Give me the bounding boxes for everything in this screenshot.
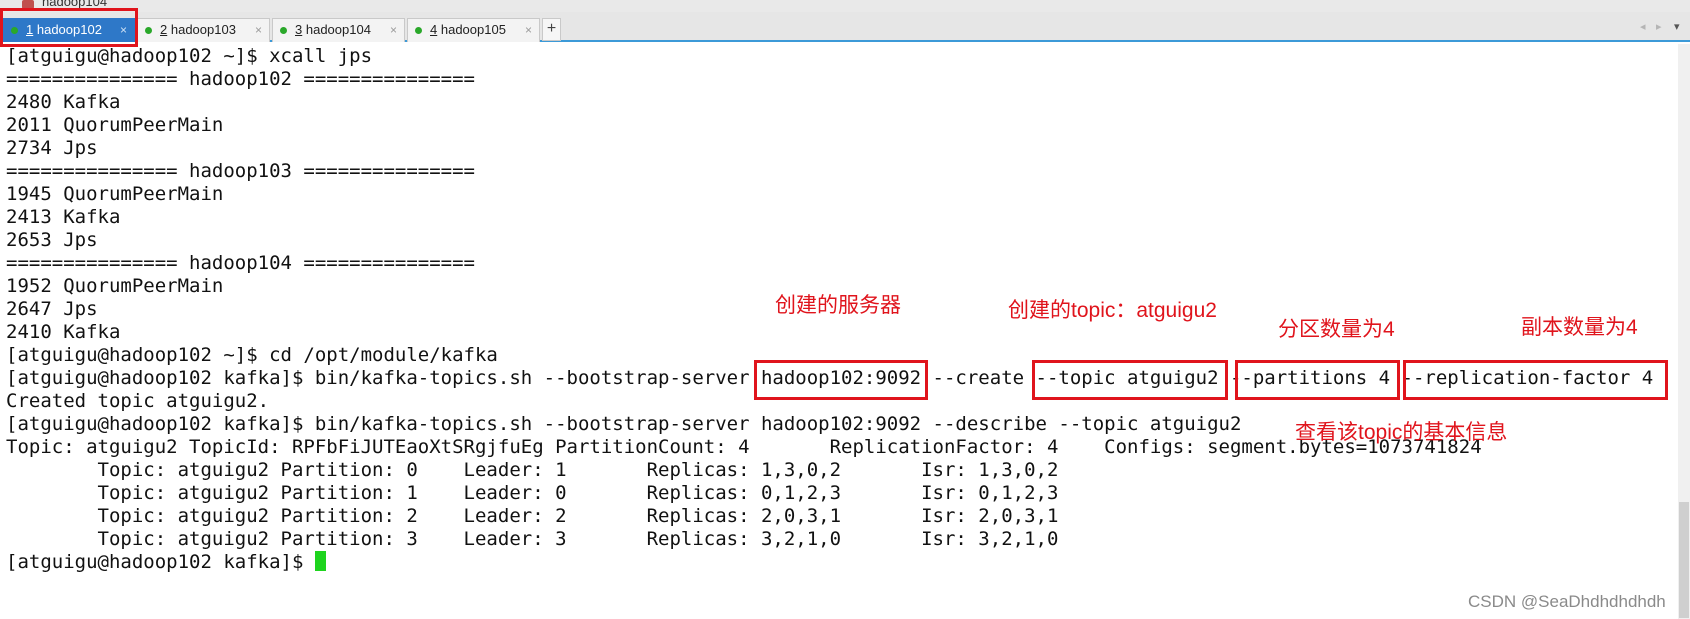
tab-label: hadoop103: [170, 22, 236, 37]
terminal-line: 2011 QuorumPeerMain: [6, 114, 224, 136]
close-icon[interactable]: ×: [255, 19, 262, 41]
tab-label: hadoop104: [305, 22, 371, 37]
terminal-line: Topic: atguigu2 Partition: 1 Leader: 0 R…: [6, 482, 1059, 504]
active-tab-highlight-box: [0, 8, 138, 47]
scrollbar-thumb[interactable]: [1679, 502, 1689, 618]
session-tab-bar: 1 hadoop102 × 2 hadoop103 × 3 hadoop104 …: [0, 12, 1690, 42]
text-cursor: [314, 551, 326, 571]
close-icon[interactable]: ×: [525, 19, 532, 41]
close-icon[interactable]: ×: [390, 19, 397, 41]
terminal-line: =============== hadoop104 ==============…: [6, 252, 475, 274]
tab-number: 3: [295, 22, 303, 37]
tab-label: hadoop105: [440, 22, 506, 37]
replication-highlight-box: [1403, 360, 1668, 400]
tab-number: 2: [160, 22, 168, 37]
connected-dot-icon: [145, 27, 152, 34]
server-highlight-box: [754, 360, 928, 400]
partitions-highlight-box: [1235, 360, 1400, 400]
annotation-server: 创建的服务器: [775, 294, 901, 317]
terminal-line: Topic: atguigu2 Partition: 2 Leader: 2 R…: [6, 505, 1059, 527]
tab-hadoop104[interactable]: 3 hadoop104 ×: [272, 18, 405, 42]
terminal-line: 1945 QuorumPeerMain: [6, 183, 224, 205]
vertical-scrollbar[interactable]: [1678, 44, 1690, 619]
terminal-line: [atguigu@hadoop102 ~]$ xcall jps: [6, 45, 373, 67]
terminal-line: 2653 Jps: [6, 229, 98, 251]
annotation-topic: 创建的topic：atguigu2: [1008, 299, 1217, 322]
watermark: CSDN @SeaDhdhdhdhdh: [1468, 592, 1666, 611]
prompt-line: [atguigu@hadoop102 kafka]$: [6, 551, 1653, 574]
terminal-line: =============== hadoop103 ==============…: [6, 160, 475, 182]
tab-hadoop103[interactable]: 2 hadoop103 ×: [137, 18, 270, 42]
tab-scroll-left-icon[interactable]: ◂: [1640, 20, 1646, 33]
connected-dot-icon: [280, 27, 287, 34]
annotation-partitions: 分区数量为4: [1278, 318, 1395, 341]
terminal-line: =============== hadoop102 ==============…: [6, 68, 475, 90]
new-tab-button[interactable]: +: [542, 18, 561, 41]
annotation-describe: 查看该topic的基本信息: [1295, 421, 1508, 444]
tab-menu-icon[interactable]: ▾: [1674, 20, 1680, 33]
shell-prompt: [atguigu@hadoop102 kafka]$: [6, 551, 315, 573]
terminal-line: 2734 Jps: [6, 137, 98, 159]
terminal-line: 2410 Kafka: [6, 321, 121, 343]
topic-highlight-box: [1032, 360, 1228, 400]
annotation-replicas: 副本数量为4: [1521, 316, 1638, 339]
tab-scroll-right-icon[interactable]: ▸: [1656, 20, 1662, 33]
terminal-line: Topic: atguigu2 Partition: 0 Leader: 1 R…: [6, 459, 1059, 481]
terminal-line: Topic: atguigu2 Partition: 3 Leader: 3 R…: [6, 528, 1059, 550]
tab-number: 4: [430, 22, 438, 37]
terminal-line: 2413 Kafka: [6, 206, 121, 228]
window-title-strip: hadoop104: [0, 0, 1690, 12]
terminal-line: 2480 Kafka: [6, 91, 121, 113]
tab-hadoop105[interactable]: 4 hadoop105 ×: [407, 18, 540, 42]
connected-dot-icon: [415, 27, 422, 34]
